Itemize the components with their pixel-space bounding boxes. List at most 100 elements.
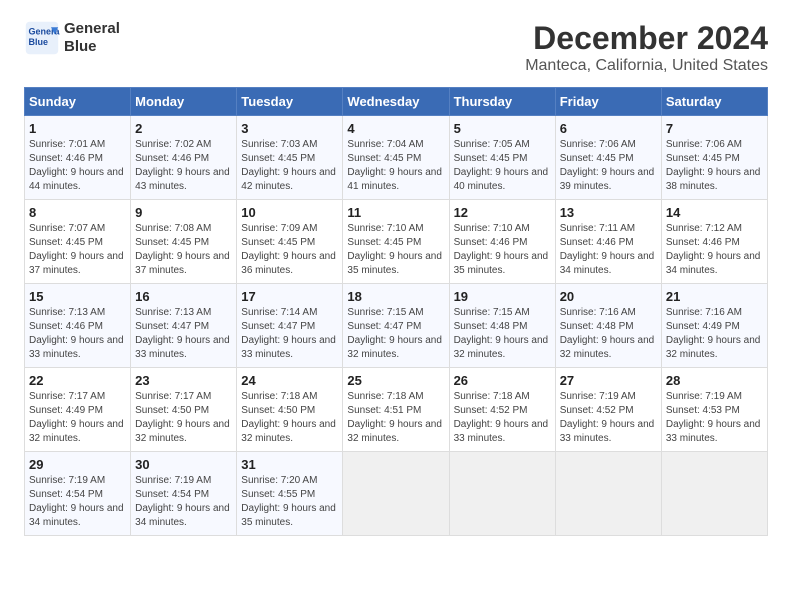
day-info: Sunrise: 7:19 AMSunset: 4:54 PMDaylight:… — [29, 474, 126, 530]
day-info: Sunrise: 7:10 AMSunset: 4:46 PMDaylight:… — [454, 222, 551, 278]
day-number: 28 — [666, 373, 763, 388]
day-info: Sunrise: 7:13 AMSunset: 4:47 PMDaylight:… — [135, 306, 232, 362]
calendar-header-row: SundayMondayTuesdayWednesdayThursdayFrid… — [25, 88, 768, 116]
day-number: 19 — [454, 289, 551, 304]
day-number: 26 — [454, 373, 551, 388]
day-info: Sunrise: 7:08 AMSunset: 4:45 PMDaylight:… — [135, 222, 232, 278]
calendar-cell — [449, 452, 555, 536]
calendar-week-3: 15 Sunrise: 7:13 AMSunset: 4:46 PMDayligh… — [25, 284, 768, 368]
calendar-cell — [661, 452, 767, 536]
calendar-cell: 26 Sunrise: 7:18 AMSunset: 4:52 PMDayligh… — [449, 368, 555, 452]
day-number: 12 — [454, 205, 551, 220]
day-info: Sunrise: 7:10 AMSunset: 4:45 PMDaylight:… — [347, 222, 444, 278]
day-number: 6 — [560, 121, 657, 136]
calendar-table: SundayMondayTuesdayWednesdayThursdayFrid… — [24, 87, 768, 536]
calendar-cell: 8Sunrise: 7:07 AMSunset: 4:45 PMDaylight… — [25, 200, 131, 284]
calendar-cell: 4 Sunrise: 7:04 AMSunset: 4:45 PMDaylight… — [343, 116, 449, 200]
day-info: Sunrise: 7:06 AMSunset: 4:45 PMDaylight:… — [560, 138, 657, 194]
day-number: 16 — [135, 289, 232, 304]
day-info: Sunrise: 7:20 AMSunset: 4:55 PMDaylight:… — [241, 474, 338, 530]
day-info: Sunrise: 7:18 AMSunset: 4:51 PMDaylight:… — [347, 390, 444, 446]
day-info: Sunrise: 7:18 AMSunset: 4:50 PMDaylight:… — [241, 390, 338, 446]
calendar-cell: 21 Sunrise: 7:16 AMSunset: 4:49 PMDayligh… — [661, 284, 767, 368]
calendar-cell: 20 Sunrise: 7:16 AMSunset: 4:48 PMDayligh… — [555, 284, 661, 368]
page-header: General Blue General Blue December 2024 … — [24, 20, 768, 75]
calendar-cell: 6 Sunrise: 7:06 AMSunset: 4:45 PMDaylight… — [555, 116, 661, 200]
calendar-cell: 2 Sunrise: 7:02 AMSunset: 4:46 PMDaylight… — [131, 116, 237, 200]
day-info: Sunrise: 7:07 AMSunset: 4:45 PMDaylight:… — [29, 222, 126, 278]
day-number: 22 — [29, 373, 126, 388]
day-info: Sunrise: 7:19 AMSunset: 4:54 PMDaylight:… — [135, 474, 232, 530]
calendar-cell: 14Sunrise: 7:12 AMSunset: 4:46 PMDayligh… — [661, 200, 767, 284]
day-info: Sunrise: 7:09 AMSunset: 4:45 PMDaylight:… — [241, 222, 338, 278]
logo: General Blue General Blue — [24, 20, 120, 56]
page-title: December 2024 — [525, 20, 768, 57]
logo-icon: General Blue — [24, 20, 60, 56]
day-number: 25 — [347, 373, 444, 388]
calendar-header-tuesday: Tuesday — [237, 88, 343, 116]
day-info: Sunrise: 7:18 AMSunset: 4:52 PMDaylight:… — [454, 390, 551, 446]
calendar-cell: 30 Sunrise: 7:19 AMSunset: 4:54 PMDayligh… — [131, 452, 237, 536]
svg-text:Blue: Blue — [29, 37, 49, 47]
day-number: 11 — [347, 205, 444, 220]
calendar-cell: 29Sunrise: 7:19 AMSunset: 4:54 PMDayligh… — [25, 452, 131, 536]
title-block: December 2024 Manteca, California, Unite… — [525, 20, 768, 75]
day-number: 30 — [135, 457, 232, 472]
day-number: 2 — [135, 121, 232, 136]
day-number: 20 — [560, 289, 657, 304]
day-number: 13 — [560, 205, 657, 220]
calendar-cell: 25 Sunrise: 7:18 AMSunset: 4:51 PMDayligh… — [343, 368, 449, 452]
day-info: Sunrise: 7:03 AMSunset: 4:45 PMDaylight:… — [241, 138, 338, 194]
calendar-header-thursday: Thursday — [449, 88, 555, 116]
calendar-week-5: 29Sunrise: 7:19 AMSunset: 4:54 PMDayligh… — [25, 452, 768, 536]
day-info: Sunrise: 7:15 AMSunset: 4:47 PMDaylight:… — [347, 306, 444, 362]
day-info: Sunrise: 7:05 AMSunset: 4:45 PMDaylight:… — [454, 138, 551, 194]
day-number: 17 — [241, 289, 338, 304]
day-number: 9 — [135, 205, 232, 220]
day-number: 18 — [347, 289, 444, 304]
calendar-cell: 5 Sunrise: 7:05 AMSunset: 4:45 PMDaylight… — [449, 116, 555, 200]
day-number: 5 — [454, 121, 551, 136]
day-info: Sunrise: 7:19 AMSunset: 4:52 PMDaylight:… — [560, 390, 657, 446]
day-number: 24 — [241, 373, 338, 388]
calendar-cell: 12 Sunrise: 7:10 AMSunset: 4:46 PMDayligh… — [449, 200, 555, 284]
calendar-cell: 31 Sunrise: 7:20 AMSunset: 4:55 PMDayligh… — [237, 452, 343, 536]
day-info: Sunrise: 7:01 AMSunset: 4:46 PMDaylight:… — [29, 138, 126, 194]
calendar-cell — [555, 452, 661, 536]
calendar-cell: 13Sunrise: 7:11 AMSunset: 4:46 PMDayligh… — [555, 200, 661, 284]
day-number: 15 — [29, 289, 126, 304]
day-number: 4 — [347, 121, 444, 136]
day-info: Sunrise: 7:04 AMSunset: 4:45 PMDaylight:… — [347, 138, 444, 194]
calendar-cell: 1 Sunrise: 7:01 AMSunset: 4:46 PMDaylight… — [25, 116, 131, 200]
calendar-cell: 17 Sunrise: 7:14 AMSunset: 4:47 PMDayligh… — [237, 284, 343, 368]
day-info: Sunrise: 7:16 AMSunset: 4:49 PMDaylight:… — [666, 306, 763, 362]
calendar-cell: 16 Sunrise: 7:13 AMSunset: 4:47 PMDayligh… — [131, 284, 237, 368]
calendar-cell: 9 Sunrise: 7:08 AMSunset: 4:45 PMDaylight… — [131, 200, 237, 284]
day-info: Sunrise: 7:19 AMSunset: 4:53 PMDaylight:… — [666, 390, 763, 446]
day-number: 27 — [560, 373, 657, 388]
day-number: 23 — [135, 373, 232, 388]
calendar-week-1: 1 Sunrise: 7:01 AMSunset: 4:46 PMDaylight… — [25, 116, 768, 200]
day-info: Sunrise: 7:16 AMSunset: 4:48 PMDaylight:… — [560, 306, 657, 362]
day-info: Sunrise: 7:12 AMSunset: 4:46 PMDaylight:… — [666, 222, 763, 278]
calendar-cell: 23Sunrise: 7:17 AMSunset: 4:50 PMDayligh… — [131, 368, 237, 452]
day-number: 3 — [241, 121, 338, 136]
day-info: Sunrise: 7:02 AMSunset: 4:46 PMDaylight:… — [135, 138, 232, 194]
day-number: 10 — [241, 205, 338, 220]
calendar-header-monday: Monday — [131, 88, 237, 116]
calendar-cell: 11 Sunrise: 7:10 AMSunset: 4:45 PMDayligh… — [343, 200, 449, 284]
day-number: 31 — [241, 457, 338, 472]
day-info: Sunrise: 7:13 AMSunset: 4:46 PMDaylight:… — [29, 306, 126, 362]
calendar-cell: 10 Sunrise: 7:09 AMSunset: 4:45 PMDayligh… — [237, 200, 343, 284]
day-info: Sunrise: 7:14 AMSunset: 4:47 PMDaylight:… — [241, 306, 338, 362]
calendar-header-friday: Friday — [555, 88, 661, 116]
day-number: 21 — [666, 289, 763, 304]
calendar-header-wednesday: Wednesday — [343, 88, 449, 116]
calendar-cell — [343, 452, 449, 536]
calendar-header-sunday: Sunday — [25, 88, 131, 116]
calendar-cell: 24 Sunrise: 7:18 AMSunset: 4:50 PMDayligh… — [237, 368, 343, 452]
calendar-cell: 3 Sunrise: 7:03 AMSunset: 4:45 PMDaylight… — [237, 116, 343, 200]
logo-text: General Blue — [64, 20, 120, 56]
calendar-cell: 27 Sunrise: 7:19 AMSunset: 4:52 PMDayligh… — [555, 368, 661, 452]
day-number: 1 — [29, 121, 126, 136]
